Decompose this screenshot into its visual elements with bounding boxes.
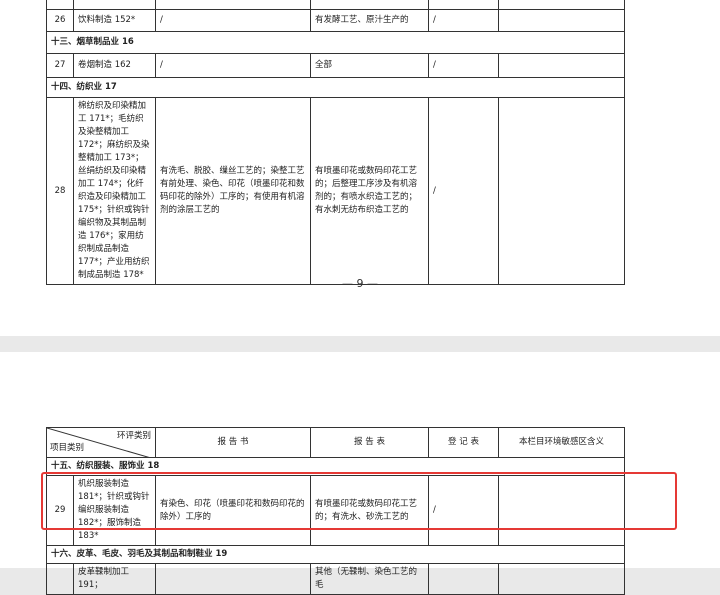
- report-book-cell: /: [155, 53, 311, 78]
- row-number: 26: [46, 9, 74, 32]
- row-number: 28: [46, 97, 74, 285]
- project-category: 棉纺织及印染精加工 171*；毛纺织及染整精加工 172*；麻纺织及染整精加工 …: [73, 97, 156, 285]
- section-row: 十六、皮革、毛皮、羽毛及其制品和制鞋业 19: [46, 545, 625, 564]
- project-category: 饮料制造 152*: [73, 9, 156, 32]
- table-row: 28 棉纺织及印染精加工 171*；毛纺织及染整精加工 172*；麻纺织及染整精…: [46, 97, 625, 285]
- highlight-box: [41, 472, 677, 530]
- classification-table-page-9: 26 饮料制造 152* / 有发酵工艺、原汁生产的 / 十三、烟草制品业 16…: [46, 0, 625, 285]
- section-row: 十三、烟草制品业 16: [46, 31, 625, 54]
- row-number: 27: [46, 53, 74, 78]
- header-report-form: 报 告 表: [310, 427, 429, 458]
- report-book-cell: 有洗毛、脱胶、缫丝工艺的；染整工艺有前处理、染色、印花（喷墨印花和数码印花的除外…: [155, 97, 311, 285]
- sensitive-area-cell: [498, 563, 625, 595]
- sensitive-area-cell: [498, 97, 625, 285]
- project-category: 卷烟制造 162: [73, 53, 156, 78]
- section-title: 十三、烟草制品业 16: [46, 31, 625, 54]
- header-corner-top: 环评类别: [116, 431, 151, 441]
- report-book-cell: /: [155, 9, 311, 32]
- table-row: 皮革鞣制加工 191； 其他（无鞣制、染色工艺的毛: [46, 563, 625, 595]
- report-form-cell: 有发酵工艺、原汁生产的: [310, 9, 429, 32]
- report-book-cell: [155, 563, 311, 595]
- table-row: 27 卷烟制造 162 / 全部 /: [46, 53, 625, 78]
- report-form-cell: 有喷墨印花或数码印花工艺的；后整理工序涉及有机溶剂的；有喷水织造工艺的；有水刺无…: [310, 97, 429, 285]
- report-form-cell: 其他（无鞣制、染色工艺的毛: [310, 563, 429, 595]
- table-row: [46, 0, 625, 10]
- document-page-9: 26 饮料制造 152* / 有发酵工艺、原汁生产的 / 十三、烟草制品业 16…: [0, 0, 720, 336]
- sensitive-area-cell: [498, 53, 625, 78]
- document-page-10: 环评类别 项目类别 报 告 书 报 告 表 登 记 表 本栏目环境敏感区含义 十…: [0, 352, 720, 595]
- header-sensitive-area: 本栏目环境敏感区含义: [498, 427, 625, 458]
- table-header-row: 环评类别 项目类别 报 告 书 报 告 表 登 记 表 本栏目环境敏感区含义: [46, 427, 625, 458]
- section-title: 十六、皮革、毛皮、羽毛及其制品和制鞋业 19: [46, 545, 625, 564]
- header-registration: 登 记 表: [428, 427, 499, 458]
- header-corner-bottom: 项目类别: [50, 443, 85, 453]
- table-row: 26 饮料制造 152* / 有发酵工艺、原汁生产的 /: [46, 9, 625, 32]
- section-title: 十四、纺织业 17: [46, 77, 625, 98]
- registration-cell: /: [428, 53, 499, 78]
- diagonal-header-cell: 环评类别 项目类别: [46, 427, 156, 458]
- section-row: 十四、纺织业 17: [46, 77, 625, 98]
- header-report-book: 报 告 书: [155, 427, 311, 458]
- registration-cell: /: [428, 97, 499, 285]
- page-number: — 9 —: [342, 277, 378, 290]
- row-number: [46, 563, 74, 595]
- report-form-cell: 全部: [310, 53, 429, 78]
- registration-cell: [428, 563, 499, 595]
- project-category: 皮革鞣制加工 191；: [73, 563, 156, 595]
- registration-cell: /: [428, 9, 499, 32]
- sensitive-area-cell: [498, 9, 625, 32]
